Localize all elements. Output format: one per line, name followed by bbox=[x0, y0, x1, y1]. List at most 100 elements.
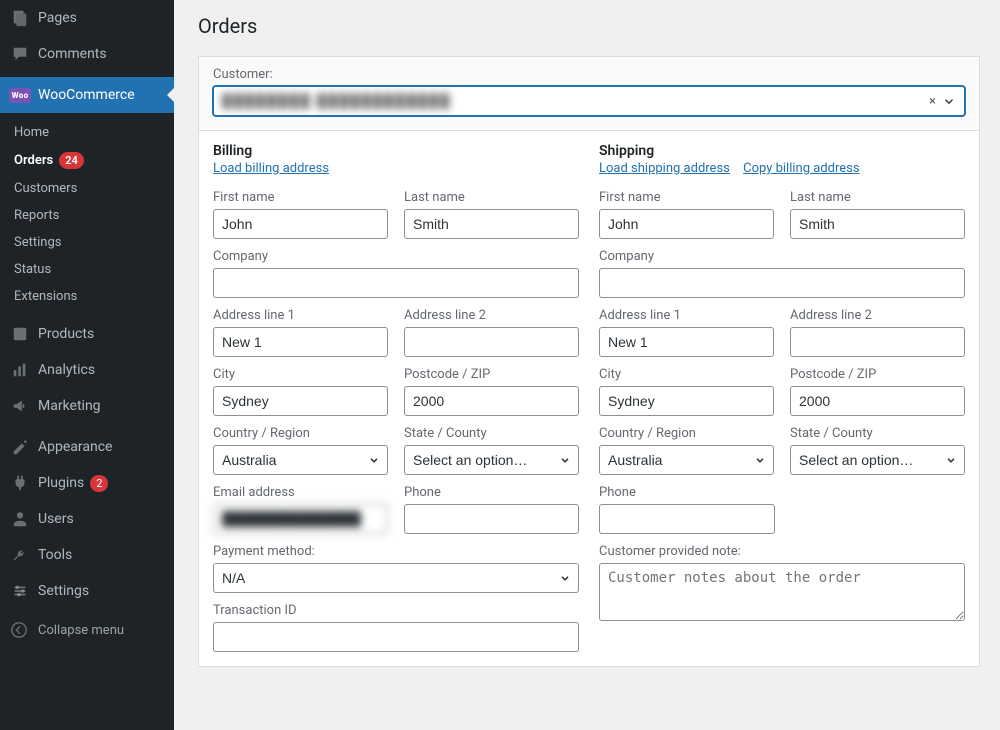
menu-label: Appearance bbox=[38, 439, 112, 455]
customer-select[interactable]: ████████ ████████████ × bbox=[213, 86, 965, 116]
chevron-down-icon bbox=[942, 94, 956, 108]
billing-first-name-input[interactable] bbox=[213, 209, 388, 239]
shipping-addr2-label: Address line 2 bbox=[790, 308, 965, 323]
submenu-label: Customers bbox=[14, 181, 77, 196]
settings-icon bbox=[10, 581, 30, 601]
customer-value: ████████ ████████████ bbox=[222, 93, 451, 109]
shipping-company-input[interactable] bbox=[599, 268, 965, 298]
menu-label: Marketing bbox=[38, 398, 101, 414]
shipping-section: Shipping Load shipping address Copy bill… bbox=[599, 143, 965, 652]
shipping-addr1-input[interactable] bbox=[599, 327, 774, 357]
menu-products[interactable]: Products bbox=[0, 316, 174, 352]
woocommerce-icon: Woo bbox=[10, 85, 30, 105]
billing-phone-input[interactable] bbox=[404, 504, 579, 534]
submenu-customers[interactable]: Customers bbox=[0, 175, 174, 202]
menu-appearance[interactable]: Appearance bbox=[0, 429, 174, 465]
copy-billing-link[interactable]: Copy billing address bbox=[743, 161, 859, 176]
menu-pages[interactable]: Pages bbox=[0, 0, 174, 36]
submenu-status[interactable]: Status bbox=[0, 256, 174, 283]
shipping-postcode-input[interactable] bbox=[790, 386, 965, 416]
billing-country-select[interactable]: Australia bbox=[213, 445, 388, 475]
submenu-reports[interactable]: Reports bbox=[0, 202, 174, 229]
submenu-home[interactable]: Home bbox=[0, 119, 174, 146]
shipping-state-select[interactable]: Select an option… bbox=[790, 445, 965, 475]
submenu-extensions[interactable]: Extensions bbox=[0, 283, 174, 310]
menu-label: Users bbox=[38, 511, 74, 527]
menu-label: Pages bbox=[38, 10, 77, 26]
billing-addr1-label: Address line 1 bbox=[213, 308, 388, 323]
main-content: Orders Customer: ████████ ████████████ ×… bbox=[174, 0, 1000, 730]
menu-label: WooCommerce bbox=[38, 87, 135, 103]
billing-state-label: State / County bbox=[404, 426, 579, 441]
billing-phone-label: Phone bbox=[404, 485, 579, 500]
collapse-menu[interactable]: Collapse menu bbox=[0, 613, 174, 647]
payment-method-select[interactable]: N/A bbox=[213, 563, 579, 593]
menu-tools[interactable]: Tools bbox=[0, 537, 174, 573]
menu-label: Tools bbox=[38, 547, 72, 563]
shipping-country-select[interactable]: Australia bbox=[599, 445, 774, 475]
billing-last-name-label: Last name bbox=[404, 190, 579, 205]
menu-label: Plugins bbox=[38, 475, 84, 491]
transaction-id-label: Transaction ID bbox=[213, 603, 579, 618]
billing-addr2-input[interactable] bbox=[404, 327, 579, 357]
submenu-label: Orders bbox=[14, 153, 53, 168]
menu-users[interactable]: Users bbox=[0, 501, 174, 537]
appearance-icon bbox=[10, 437, 30, 457]
billing-company-label: Company bbox=[213, 249, 579, 264]
billing-city-label: City bbox=[213, 367, 388, 382]
billing-company-input[interactable] bbox=[213, 268, 579, 298]
billing-postcode-input[interactable] bbox=[404, 386, 579, 416]
plugins-count-badge: 2 bbox=[90, 475, 108, 492]
billing-state-select[interactable]: Select an option… bbox=[404, 445, 579, 475]
address-columns: Billing Load billing address First name … bbox=[198, 131, 980, 667]
submenu-label: Extensions bbox=[14, 289, 77, 304]
submenu-label: Settings bbox=[14, 235, 61, 250]
menu-settings[interactable]: Settings bbox=[0, 573, 174, 609]
shipping-last-name-input[interactable] bbox=[790, 209, 965, 239]
tools-icon bbox=[10, 545, 30, 565]
menu-analytics[interactable]: Analytics bbox=[0, 352, 174, 388]
menu-label: Analytics bbox=[38, 362, 95, 378]
load-shipping-link[interactable]: Load shipping address bbox=[599, 161, 730, 176]
shipping-state-label: State / County bbox=[790, 426, 965, 441]
shipping-first-name-label: First name bbox=[599, 190, 774, 205]
billing-city-input[interactable] bbox=[213, 386, 388, 416]
billing-email-input[interactable] bbox=[213, 504, 388, 534]
menu-woocommerce[interactable]: Woo WooCommerce bbox=[0, 77, 174, 113]
page-title: Orders bbox=[198, 0, 980, 56]
shipping-heading: Shipping bbox=[599, 143, 965, 159]
shipping-first-name-input[interactable] bbox=[599, 209, 774, 239]
products-icon bbox=[10, 324, 30, 344]
billing-last-name-input[interactable] bbox=[404, 209, 579, 239]
clear-icon[interactable]: × bbox=[929, 94, 936, 109]
customer-label: Customer: bbox=[213, 67, 965, 82]
collapse-icon bbox=[10, 621, 30, 639]
collapse-label: Collapse menu bbox=[38, 623, 124, 638]
shipping-phone-label: Phone bbox=[599, 485, 775, 500]
shipping-phone-input[interactable] bbox=[599, 504, 775, 534]
submenu-label: Home bbox=[14, 125, 49, 140]
billing-addr1-input[interactable] bbox=[213, 327, 388, 357]
menu-plugins[interactable]: Plugins 2 bbox=[0, 465, 174, 501]
billing-email-label: Email address bbox=[213, 485, 388, 500]
load-billing-link[interactable]: Load billing address bbox=[213, 161, 329, 176]
billing-addr2-label: Address line 2 bbox=[404, 308, 579, 323]
submenu-label: Status bbox=[14, 262, 51, 277]
submenu-orders[interactable]: Orders 24 bbox=[0, 146, 174, 175]
shipping-last-name-label: Last name bbox=[790, 190, 965, 205]
pages-icon bbox=[10, 8, 30, 28]
customer-note-textarea[interactable] bbox=[599, 563, 965, 621]
analytics-icon bbox=[10, 360, 30, 380]
menu-marketing[interactable]: Marketing bbox=[0, 388, 174, 424]
shipping-addr2-input[interactable] bbox=[790, 327, 965, 357]
submenu-settings[interactable]: Settings bbox=[0, 229, 174, 256]
shipping-company-label: Company bbox=[599, 249, 965, 264]
plugins-icon bbox=[10, 473, 30, 493]
shipping-addr1-label: Address line 1 bbox=[599, 308, 774, 323]
billing-heading: Billing bbox=[213, 143, 579, 159]
transaction-id-input[interactable] bbox=[213, 622, 579, 652]
billing-postcode-label: Postcode / ZIP bbox=[404, 367, 579, 382]
menu-label: Settings bbox=[38, 583, 89, 599]
menu-comments[interactable]: Comments bbox=[0, 36, 174, 72]
shipping-city-input[interactable] bbox=[599, 386, 774, 416]
